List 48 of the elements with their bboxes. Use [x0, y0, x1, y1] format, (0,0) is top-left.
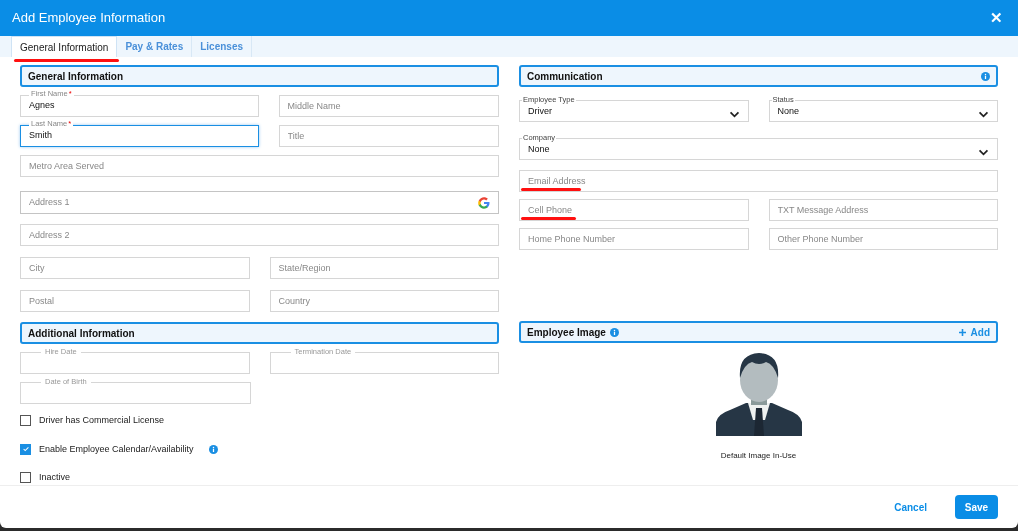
input-field[interactable]: Title [278, 125, 499, 147]
chevron-down-icon [978, 111, 989, 118]
checkbox[interactable] [20, 415, 31, 427]
plus-icon [958, 328, 966, 336]
close-button[interactable]: ✕ [986, 8, 1006, 28]
checkbox[interactable] [20, 443, 31, 455]
input-field[interactable]: Metro Area Served [20, 155, 499, 177]
input-field[interactable]: Cell Phone [519, 199, 749, 221]
save-button[interactable]: Save [955, 495, 998, 519]
section-title: General Information [28, 69, 123, 84]
checkbox[interactable] [20, 472, 31, 484]
section-title: Additional Information [28, 326, 135, 341]
tab[interactable]: Pay & Rates [117, 36, 193, 57]
field-value: None [528, 142, 550, 156]
field-value: None [777, 104, 799, 118]
section-title: Communication [527, 69, 603, 84]
tab[interactable]: Licenses [192, 36, 252, 57]
input-field[interactable]: Home Phone Number [519, 228, 749, 250]
field-value: Agnes [29, 98, 55, 112]
info-icon[interactable] [981, 71, 990, 81]
chevron-down-icon [978, 149, 989, 156]
person-silhouette-icon [715, 350, 802, 436]
cancel-button[interactable]: Cancel [886, 493, 935, 521]
google-icon [478, 196, 490, 209]
add-button[interactable]: Add [958, 324, 990, 340]
checkmark-icon [21, 445, 30, 454]
input-field[interactable]: Address 2 [20, 224, 499, 246]
dialog-title: Add Employee Information [12, 9, 166, 28]
input-field[interactable]: State/Region [269, 257, 499, 279]
field-value: Driver [528, 104, 552, 118]
checkbox-label: Driver has Commercial License [39, 414, 165, 427]
input-field[interactable]: Postal [20, 290, 250, 312]
input-field[interactable]: Country [269, 290, 499, 312]
section-title: Employee Image [527, 325, 606, 340]
chevron-down-icon [728, 111, 740, 118]
input-field[interactable]: Email Address [519, 170, 998, 192]
input-field[interactable]: TXT Message Address [768, 199, 998, 221]
info-icon[interactable] [609, 327, 619, 337]
image-caption: Default Image In-Use [720, 450, 797, 462]
address-field[interactable]: Address 1 [20, 191, 499, 214]
tab[interactable]: General Information [11, 36, 118, 57]
input-field[interactable]: City [20, 257, 250, 279]
info-icon[interactable] [209, 444, 219, 454]
checkbox-label: Inactive [39, 471, 71, 484]
checkbox-label: Enable Employee Calendar/Availability [39, 442, 194, 456]
input-field[interactable]: Other Phone Number [768, 228, 998, 250]
field-value: Smith [29, 128, 52, 142]
input-field[interactable]: Middle Name [278, 95, 499, 117]
